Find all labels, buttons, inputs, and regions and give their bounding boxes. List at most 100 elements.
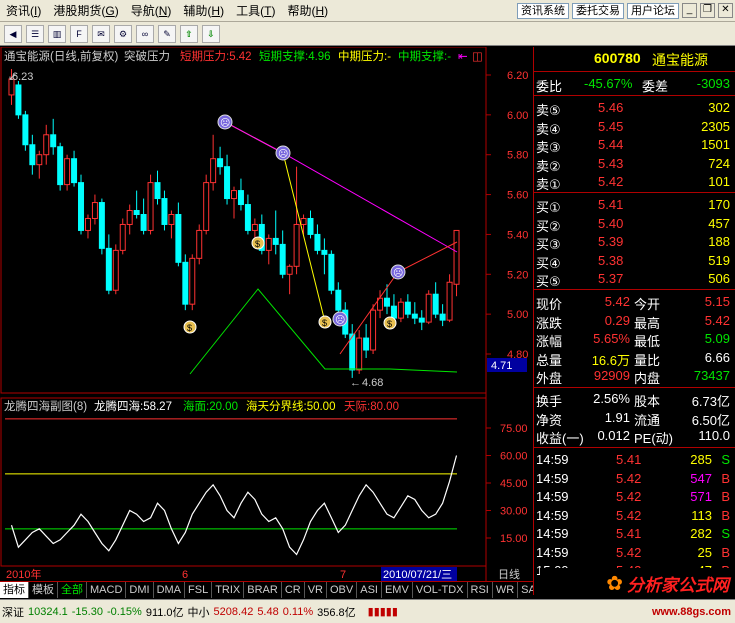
tab-dma[interactable]: DMA (154, 582, 186, 598)
quote-panel: 600780 通宝能源 委比 -45.67% 委差 -3093 卖⑤ 5.46 30… (533, 47, 735, 595)
tab-fsl[interactable]: FSL (185, 582, 213, 598)
down-arrow-icon[interactable]: ⇩ (202, 24, 220, 43)
tick-row: 14:59 5.42 571 B (536, 489, 730, 504)
scroll-marker-icon: ◫ (472, 51, 483, 63)
x-label-year: 2010年 (6, 567, 41, 581)
chart-area[interactable]: 通宝能源(日线,前复权) 突破压力 短期压力:5.42 短期支撑:4.96 中期… (0, 46, 533, 585)
trade-button[interactable]: 委托交易 (572, 2, 624, 19)
tab-brar[interactable]: BRAR (244, 582, 282, 598)
face-glyph-icon: ☹ (220, 118, 230, 129)
legend-short-support: 短期支撑:4.96 (259, 49, 331, 63)
forum-button[interactable]: 用户论坛 (627, 2, 679, 19)
bid-row: 买④ 5.38 519 (536, 252, 730, 271)
indicator-tabs: 指标 模板 全部 MACD DMI DMA FSL TRIX BRAR CR VR OBV ASI EMV… (0, 581, 548, 598)
overlay-lines: ☹ ☹ ☹ ☹ $ $ $ $ (183, 114, 458, 375)
zx-value: 5208.42 (213, 605, 254, 618)
tab-trix[interactable]: TRIX (212, 582, 245, 598)
connection-icon: ▮▮▮▮▮ (367, 606, 398, 618)
stat-row: 涨幅 5.65% 最低 5.09 (536, 331, 730, 349)
candle-body (404, 301, 411, 315)
zx-pct: 0.11% (282, 605, 314, 618)
main-y-axis: 6.206.005.805.605.405.205.004.80 (486, 70, 528, 361)
tab-vol-tdx[interactable]: VOL-TDX (413, 582, 468, 598)
tab-obv[interactable]: OBV (327, 582, 358, 598)
stock-name: 通宝能源 (652, 52, 708, 68)
candle-body (411, 313, 418, 319)
tab-emv[interactable]: EMV (382, 582, 413, 598)
minimize-icon[interactable]: _ (682, 3, 697, 18)
sub-chart-title: 龙腾四海副图(8) (4, 399, 87, 413)
tab-rsi[interactable]: RSI (468, 582, 493, 598)
tab-macd[interactable]: MACD (87, 582, 127, 598)
candle-body (293, 223, 300, 267)
current-price-label: 4.71 (491, 360, 512, 372)
sz-amount: 911.0亿 (145, 606, 184, 619)
menu-item-nav[interactable]: 导航(N) (125, 1, 178, 21)
sub-y-tick-0: 75.00 (500, 423, 528, 435)
tab-dmi[interactable]: DMI (126, 582, 154, 598)
tab-asi[interactable]: ASI (357, 582, 382, 598)
close-icon[interactable]: ✕ (718, 3, 733, 18)
candle-body (335, 289, 342, 311)
toolbar: ◀ ☰ ▥ F ✉ ⚙ ∞ ✎ ⇧ ⇩ (0, 22, 735, 46)
stat-row: 现价 5.42 今开 5.15 (536, 294, 730, 312)
sub-chart-lines (5, 418, 458, 556)
candle-body (224, 166, 231, 200)
sub-legend-2: 海天分界线:50.00 (246, 399, 335, 413)
face-glyph-icon: ☹ (393, 268, 403, 279)
draw-icon[interactable]: ✎ (158, 24, 176, 43)
mail-icon[interactable]: ✉ (92, 24, 110, 43)
menu-item-info[interactable]: 资讯(I) (0, 1, 47, 21)
menu-item-assist[interactable]: 辅助(H) (177, 1, 230, 21)
menu-item-hk-futures[interactable]: 港股期货(G) (47, 1, 124, 21)
dragon-line (10, 455, 458, 556)
support-line (189, 288, 458, 375)
candle-body (43, 134, 50, 156)
tab-全部[interactable]: 全部 (58, 582, 87, 598)
candle-body (328, 253, 335, 291)
date-box: 2010/07/21/三 (383, 569, 452, 581)
candle-body (244, 204, 251, 231)
candle-body (251, 223, 258, 231)
back-icon[interactable]: ◀ (4, 24, 22, 43)
candle-body (265, 237, 272, 251)
f10-icon[interactable]: F (70, 24, 88, 43)
menu-item-tools[interactable]: 工具(T) (230, 1, 281, 21)
candlesticks (8, 69, 460, 378)
tab-模板[interactable]: 模板 (29, 582, 58, 598)
ask-row: 卖① 5.42 101 (536, 174, 730, 192)
stock-code: 600780 (594, 50, 641, 66)
money-glyph-icon: $ (322, 318, 327, 328)
watermark-logo: ✿ 分析家公式网 (540, 568, 735, 598)
low-price-label: 4.68 (362, 377, 383, 389)
candle-body (50, 134, 57, 148)
info-system-button[interactable]: 资讯系统 (517, 2, 569, 19)
tab-指标[interactable]: 指标 (0, 582, 29, 598)
y-tick-0: 6.20 (507, 70, 528, 82)
graph-icon[interactable]: ▥ (48, 24, 66, 43)
period-label: 日线 (498, 567, 520, 581)
link-icon[interactable]: ∞ (136, 24, 154, 43)
legend-mid-support: 中期支撑:- (398, 49, 451, 63)
candle-body (112, 249, 119, 291)
sub-legend-0: 龙腾四海:58.27 (94, 399, 172, 413)
candle-body (84, 217, 91, 231)
purple-marker-icon: ⇤ (458, 51, 468, 63)
kline-chart[interactable]: 通宝能源(日线,前复权) 突破压力 短期压力:5.42 短期支撑:4.96 中期… (0, 46, 533, 581)
y-tick-3: 5.60 (507, 190, 528, 202)
sz-label: 深证 (2, 606, 24, 619)
tab-wr[interactable]: WR (493, 582, 519, 598)
up-arrow-icon[interactable]: ⇧ (180, 24, 198, 43)
tools-icon[interactable]: ⚙ (114, 24, 132, 43)
candle-body (217, 158, 224, 168)
candle-body (57, 146, 64, 186)
menu-item-help[interactable]: 帮助(H) (281, 1, 334, 21)
tab-vr[interactable]: VR (305, 582, 327, 598)
candle-body (356, 337, 363, 371)
candle-body (272, 237, 279, 245)
list-icon[interactable]: ☰ (26, 24, 44, 43)
stat-row: 涨跌 0.29 最高 5.42 (536, 312, 730, 331)
candle-body (91, 202, 98, 219)
restore-icon[interactable]: ❐ (700, 3, 715, 18)
tab-cr[interactable]: CR (282, 582, 305, 598)
